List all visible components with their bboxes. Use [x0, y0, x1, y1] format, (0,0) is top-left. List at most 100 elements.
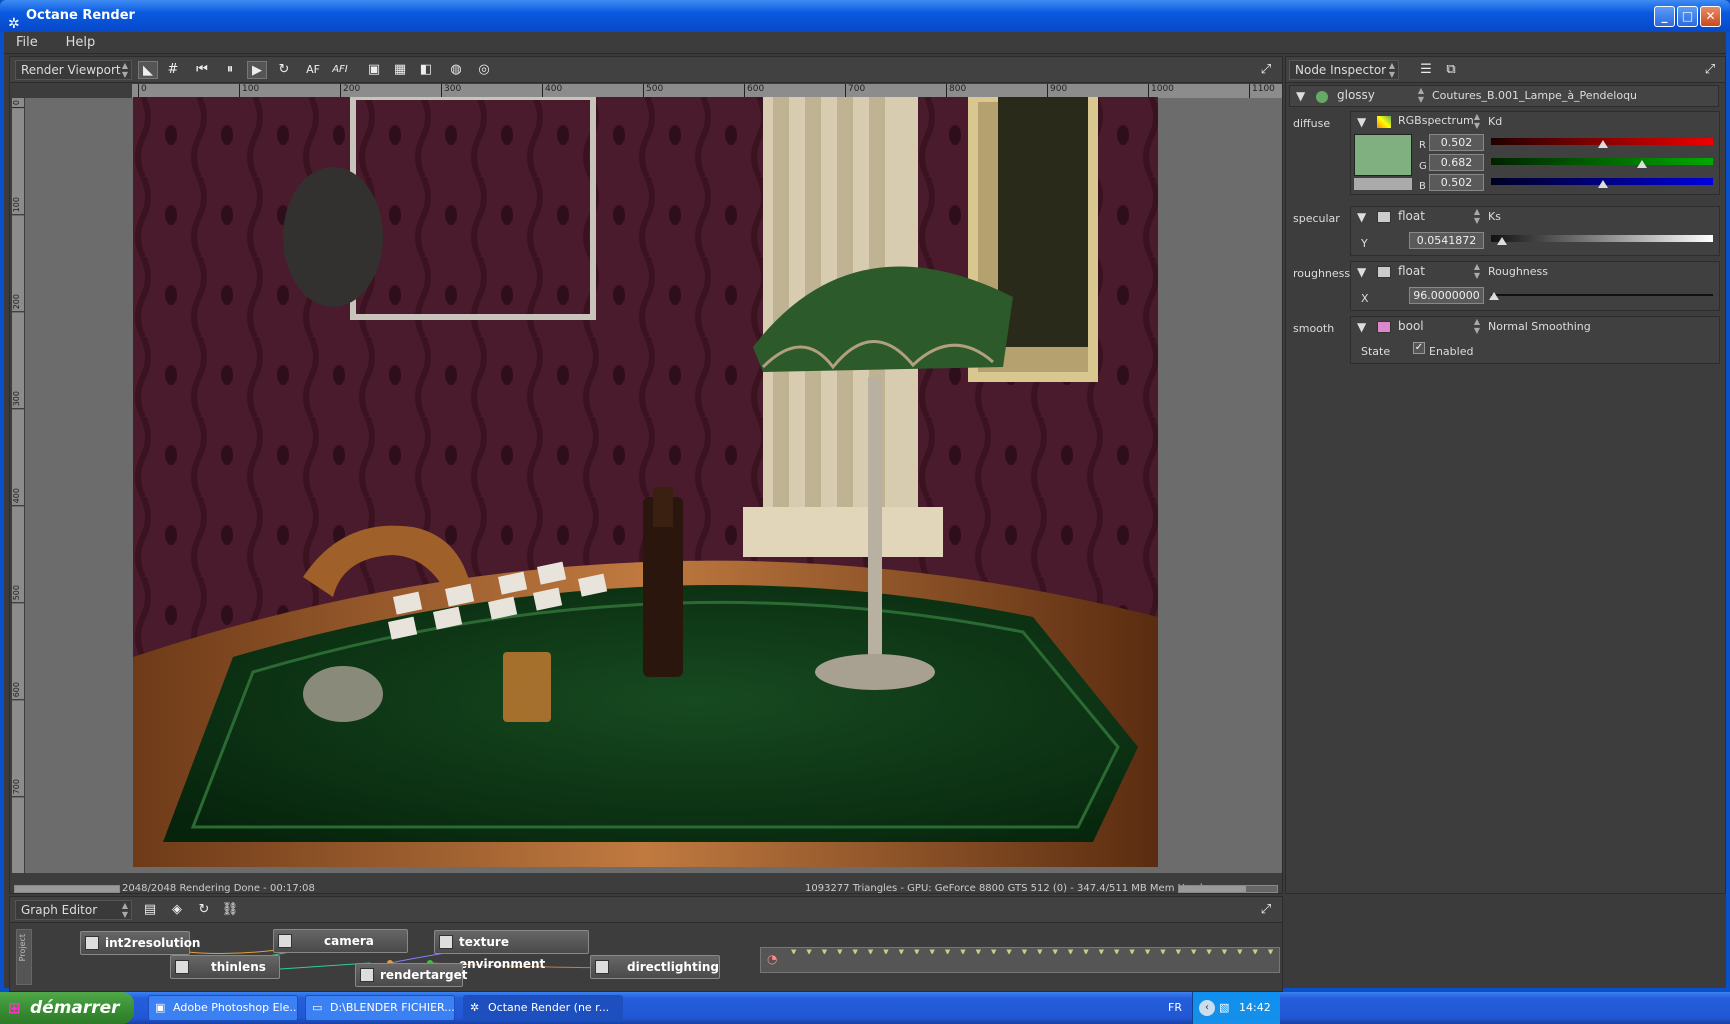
blue-slider[interactable] — [1491, 168, 1713, 190]
language-indicator[interactable]: FR — [1168, 992, 1182, 1024]
diffuse-color-swatch[interactable] — [1354, 134, 1412, 176]
node-int2resolution[interactable]: int2resolution — [80, 931, 200, 955]
photoshop-icon: ▣ — [155, 1001, 166, 1014]
green-value-field[interactable]: 0.682 — [1429, 154, 1484, 171]
menu-help[interactable]: Help — [54, 32, 108, 54]
roughness-type-select[interactable]: float ▲ ▼ — [1393, 262, 1483, 282]
roughness-slider[interactable] — [1489, 280, 1713, 302]
graph-fullscreen-icon[interactable]: ⤢ — [1256, 901, 1276, 919]
refresh-icon[interactable]: ↻ — [274, 61, 294, 79]
task-photoshop[interactable]: ▣ Adobe Photoshop Ele... — [148, 995, 298, 1021]
task-label: Octane Render (ne r... — [488, 1001, 610, 1014]
material-type-select[interactable]: glossy ▲ ▼ — [1332, 86, 1427, 106]
b-label: B — [1419, 181, 1426, 192]
pause-icon[interactable]: ⏸ — [220, 61, 240, 79]
ruler-v-label: 400 — [12, 488, 24, 507]
autofocus-button[interactable]: AF — [303, 61, 323, 79]
task-label: D:\BLENDER FICHIER... — [330, 1001, 455, 1014]
checker-icon[interactable]: ▦ — [390, 61, 410, 79]
material-name: Coutures_B.001_Lampe_à_Pendeloqu — [1432, 89, 1638, 102]
task-explorer[interactable]: ▭ D:\BLENDER FICHIER... — [305, 995, 455, 1021]
region-icon[interactable]: ▣ — [364, 61, 384, 79]
menu-bar: File Help — [4, 32, 1726, 54]
grid-icon[interactable]: # — [163, 61, 183, 79]
octane-task-icon: ✲ — [470, 1001, 480, 1014]
close-button[interactable]: ✕ — [1700, 6, 1721, 27]
task-label: Adobe Photoshop Ele... — [173, 1001, 298, 1014]
smooth-type-select[interactable]: bool ▲ ▼ — [1393, 317, 1483, 337]
start-label: démarrer — [30, 998, 120, 1018]
node-directlighting[interactable]: directlighting — [590, 955, 720, 979]
collapse-arrow-icon[interactable]: ▼ — [1357, 207, 1366, 227]
ruler-h-label: 500 — [643, 84, 663, 98]
specular-value-field[interactable]: 0.0541872 — [1409, 232, 1484, 249]
inspector-fullscreen-icon[interactable]: ⤢ — [1700, 61, 1720, 79]
vertical-ruler: 0 100 200 300 400 500 600 700 — [12, 98, 24, 873]
select-tool-icon[interactable]: ◣ — [138, 61, 158, 79]
tray-app-icon[interactable]: ▧ — [1219, 992, 1229, 1024]
node-label: thinlens — [211, 960, 266, 974]
diffuse-type-select[interactable]: RGBspectrum ▲ ▼ — [1393, 112, 1483, 132]
roughness-value-field[interactable]: 96.0000000 — [1409, 287, 1484, 304]
material-row: ▼ glossy ▲ ▼ Coutures_B.001_Lampe_à_Pendel… — [1289, 85, 1719, 107]
ruler-v-label: 200 — [12, 294, 24, 313]
export-icon[interactable]: ◎ — [474, 61, 494, 79]
maximize-button[interactable]: □ — [1677, 6, 1698, 27]
ruler-h-label: 300 — [441, 84, 461, 98]
collapse-arrow-icon[interactable]: ▼ — [1357, 317, 1366, 337]
specular-group: ▼ float ▲ ▼ Ks Y 0.0541872 — [1350, 206, 1720, 256]
collapse-arrow-icon[interactable]: ▼ — [1357, 262, 1366, 282]
fullscreen-icon[interactable]: ⤢ — [1256, 61, 1276, 79]
g-label: G — [1419, 161, 1427, 172]
collapse-arrow-icon[interactable]: ▼ — [1357, 112, 1366, 132]
ruler-h-label: 600 — [744, 84, 764, 98]
task-octane[interactable]: ✲ Octane Render (ne r... — [463, 995, 623, 1021]
viewport-selector-label: Render Viewport — [21, 63, 121, 77]
specular-slider[interactable] — [1491, 225, 1713, 247]
link-icon[interactable]: ⛓ — [220, 901, 240, 919]
red-slider[interactable] — [1491, 128, 1713, 150]
ruler-v-label: 0 — [12, 100, 24, 109]
roughness-axis-label: X — [1361, 292, 1369, 305]
node-rendertarget[interactable]: rendertarget — [355, 963, 467, 987]
ruler-v-label: 500 — [12, 585, 24, 604]
node-label: texture environment — [459, 935, 546, 971]
diffuse-type-label: RGBspectrum — [1398, 114, 1474, 127]
title-bar[interactable]: ✲ Octane Render _ □ ✕ — [0, 0, 1730, 32]
node-camera[interactable]: camera — [273, 929, 408, 953]
graph-selector[interactable]: Graph Editor ▲ ▼ — [15, 900, 132, 920]
save-image-icon[interactable]: ◍ — [446, 61, 466, 79]
specular-axis-label: Y — [1361, 237, 1368, 250]
collapse-arrow-icon[interactable]: ▼ — [1296, 86, 1305, 106]
specular-param-label: Ks — [1488, 210, 1501, 223]
horizontal-ruler: 0 100 200 300 400 500 600 700 800 900 10… — [132, 84, 1282, 98]
collapse-all-icon[interactable]: ☰ — [1416, 61, 1436, 79]
minimize-button[interactable]: _ — [1654, 6, 1675, 27]
green-slider[interactable] — [1491, 148, 1713, 170]
node-thinlens[interactable]: thinlens — [170, 955, 280, 979]
show-hidden-icons-button[interactable]: ‹ — [1199, 1000, 1215, 1016]
specular-type-select[interactable]: float ▲ ▼ — [1393, 207, 1483, 227]
blue-value-field[interactable]: 0.502 — [1429, 174, 1484, 191]
expand-all-icon[interactable]: ⧉ — [1441, 61, 1461, 79]
render-target-pin-strip[interactable]: ◔ ▼▼▼▼▼▼▼▼▼▼▼▼▼▼▼▼▼▼▼▼▼▼▼▼▼▼▼▼▼▼▼▼▼▼▼▼▼ — [760, 947, 1280, 973]
menu-file[interactable]: File — [4, 32, 50, 54]
start-button[interactable]: ⊞ démarrer — [0, 992, 134, 1024]
refresh-graph-icon[interactable]: ↻ — [194, 901, 214, 919]
play-icon[interactable]: ▶ — [247, 61, 267, 79]
compare-icon[interactable]: ◧ — [416, 61, 436, 79]
viewport-selector[interactable]: Render Viewport ▲ ▼ — [15, 60, 132, 80]
enabled-label: Enabled — [1429, 345, 1474, 358]
restart-render-icon[interactable]: ⏮ — [192, 61, 212, 79]
inspector-selector[interactable]: Node Inspector ▲ ▼ — [1289, 60, 1399, 80]
material-pin-icon: ◔ — [767, 952, 778, 966]
red-value-field[interactable]: 0.502 — [1429, 134, 1484, 151]
smoothing-checkbox[interactable]: ✓ — [1413, 342, 1425, 354]
autofocus-interactive-button[interactable]: AFI — [330, 61, 350, 79]
color-preview-bar — [1354, 178, 1412, 190]
node-texture-environment[interactable]: texture environment — [434, 930, 589, 971]
add-material-icon[interactable]: ◈ — [167, 901, 187, 919]
roughness-label: roughness — [1293, 267, 1351, 280]
add-node-icon[interactable]: ▤ — [140, 901, 160, 919]
float-texture-icon — [1377, 266, 1391, 278]
